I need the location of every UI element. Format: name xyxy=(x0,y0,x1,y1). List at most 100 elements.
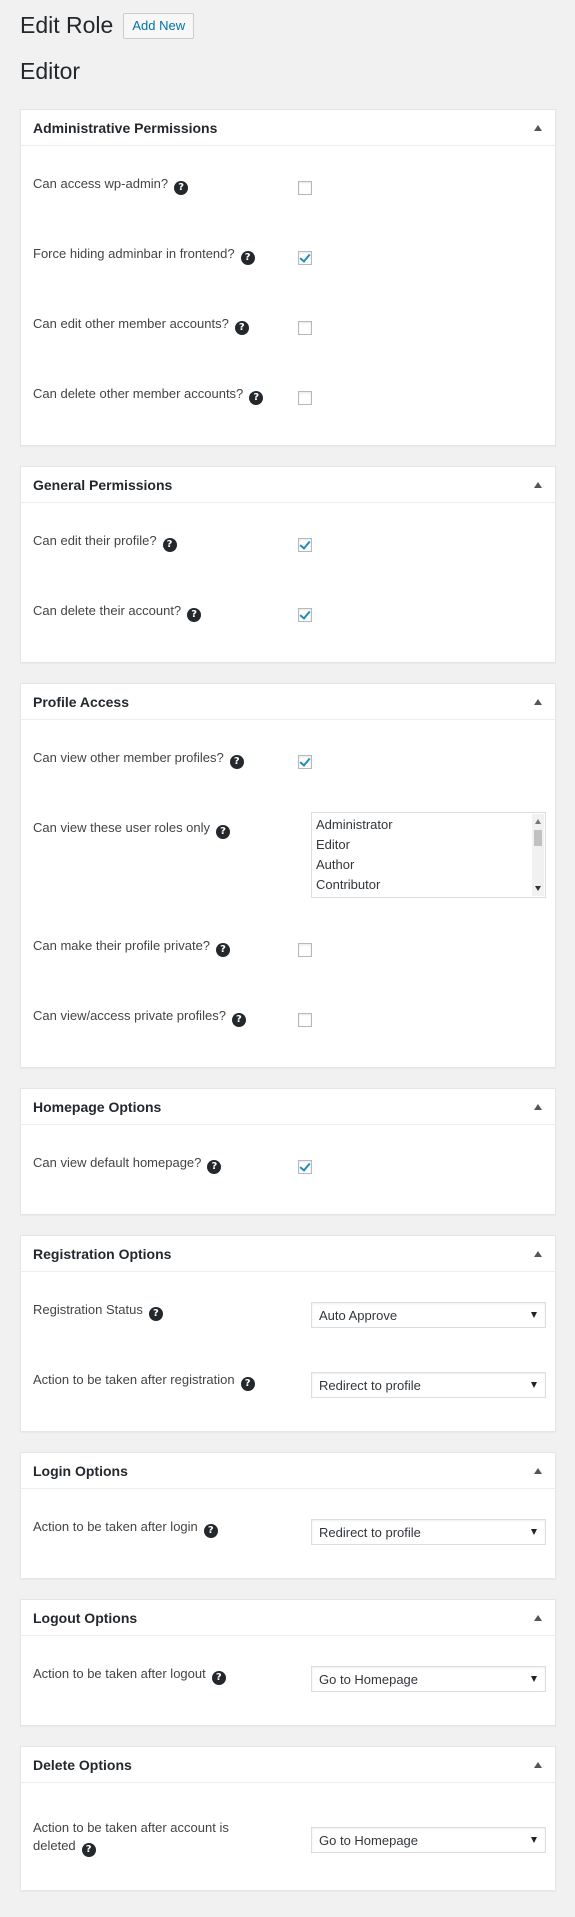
panel-header[interactable]: Delete Options xyxy=(21,1747,555,1783)
setting-row: Action to be taken after login? Redirect… xyxy=(33,1518,546,1545)
setting-row: Can make their profile private?? xyxy=(33,937,543,961)
administrative-permissions-panel: Administrative Permissions Can access wp… xyxy=(20,109,556,446)
help-icon[interactable]: ? xyxy=(187,608,202,622)
help-icon[interactable]: ? xyxy=(81,1843,96,1857)
setting-label: Action to be taken after login? xyxy=(33,1518,283,1538)
after-login-select[interactable]: Redirect to profile xyxy=(311,1519,546,1545)
help-icon[interactable]: ? xyxy=(249,391,264,405)
after-registration-select[interactable]: Redirect to profile xyxy=(311,1372,546,1398)
after-logout-select[interactable]: Go to Homepage xyxy=(311,1666,546,1692)
scroll-down-arrow-icon[interactable] xyxy=(535,886,541,891)
setting-label: Can view these user roles only? xyxy=(33,819,283,839)
help-icon[interactable]: ? xyxy=(234,321,249,335)
logout-options-panel: Logout Options Action to be taken after … xyxy=(20,1599,556,1726)
panel-title: Profile Access xyxy=(33,694,129,710)
delete-options-panel: Delete Options Action to be taken after … xyxy=(20,1746,556,1891)
panel-header[interactable]: General Permissions xyxy=(21,467,555,503)
collapse-icon[interactable] xyxy=(534,125,542,131)
collapse-icon[interactable] xyxy=(534,1251,542,1257)
login-options-panel: Login Options Action to be taken after l… xyxy=(20,1452,556,1579)
chevron-down-icon xyxy=(531,1676,537,1682)
edit-member-accounts-checkbox[interactable] xyxy=(298,321,312,335)
setting-label: Can edit their profile?? xyxy=(33,532,283,552)
user-roles-multiselect[interactable]: Administrator Editor Author Contributor xyxy=(311,812,546,898)
view-member-profiles-checkbox[interactable] xyxy=(298,755,312,769)
collapse-icon[interactable] xyxy=(534,1762,542,1768)
setting-label: Can view default homepage?? xyxy=(33,1154,283,1174)
help-icon[interactable]: ? xyxy=(216,825,231,839)
collapse-icon[interactable] xyxy=(534,482,542,488)
help-icon[interactable]: ? xyxy=(162,538,177,552)
panel-title: Login Options xyxy=(33,1463,128,1479)
profile-access-panel: Profile Access Can view other member pro… xyxy=(20,683,556,1068)
panel-header[interactable]: Registration Options xyxy=(21,1236,555,1272)
select-value: Redirect to profile xyxy=(319,1378,421,1393)
select-value: Go to Homepage xyxy=(319,1672,419,1687)
setting-row: Registration Status? Auto Approve xyxy=(33,1301,546,1328)
chevron-down-icon xyxy=(531,1312,537,1318)
setting-label: Can delete other member accounts?? xyxy=(33,385,283,405)
help-icon[interactable]: ? xyxy=(231,1013,246,1027)
panel-title: Delete Options xyxy=(33,1757,132,1773)
add-new-button[interactable]: Add New xyxy=(123,12,195,39)
panel-header[interactable]: Login Options xyxy=(21,1453,555,1489)
general-permissions-panel: General Permissions Can edit their profi… xyxy=(20,466,556,663)
setting-label: Action to be taken after logout? xyxy=(33,1665,283,1685)
default-homepage-checkbox[interactable] xyxy=(298,1160,312,1174)
help-icon[interactable]: ? xyxy=(240,1377,255,1391)
select-value: Go to Homepage xyxy=(319,1833,419,1848)
role-option[interactable]: Contributor xyxy=(316,877,380,892)
panel-header[interactable]: Profile Access xyxy=(21,684,555,720)
setting-label: Can access wp-admin?? xyxy=(33,175,283,195)
setting-row: Can edit their profile?? xyxy=(33,532,543,556)
help-icon[interactable]: ? xyxy=(211,1671,226,1685)
role-name-heading: Editor xyxy=(20,58,81,84)
setting-row: Force hiding adminbar in frontend?? xyxy=(33,245,543,269)
profile-private-checkbox[interactable] xyxy=(298,943,312,957)
scrollbar[interactable] xyxy=(532,814,544,896)
help-icon[interactable]: ? xyxy=(148,1307,163,1321)
help-icon[interactable]: ? xyxy=(203,1524,218,1538)
setting-label: Registration Status? xyxy=(33,1301,283,1321)
setting-label: Force hiding adminbar in frontend?? xyxy=(33,245,283,265)
setting-label: Action to be taken after account is dele… xyxy=(33,1820,229,1857)
help-icon[interactable]: ? xyxy=(207,1160,222,1174)
setting-label: Can delete their account?? xyxy=(33,602,283,622)
setting-row: Can view these user roles only? Administ… xyxy=(33,812,546,898)
scroll-thumb[interactable] xyxy=(534,830,542,846)
chevron-down-icon xyxy=(531,1837,537,1843)
setting-row: Can delete their account?? xyxy=(33,602,543,626)
collapse-icon[interactable] xyxy=(534,1615,542,1621)
after-delete-select[interactable]: Go to Homepage xyxy=(311,1827,546,1853)
help-icon[interactable]: ? xyxy=(229,755,244,769)
setting-label: Action to be taken after registration? xyxy=(33,1371,283,1391)
setting-row: Action to be taken after registration? R… xyxy=(33,1371,546,1398)
role-option[interactable]: Administrator xyxy=(316,817,393,832)
chevron-down-icon xyxy=(531,1382,537,1388)
homepage-options-panel: Homepage Options Can view default homepa… xyxy=(20,1088,556,1215)
collapse-icon[interactable] xyxy=(534,1468,542,1474)
collapse-icon[interactable] xyxy=(534,699,542,705)
panel-header[interactable]: Administrative Permissions xyxy=(21,110,555,146)
setting-row: Can edit other member accounts?? xyxy=(33,315,543,339)
help-icon[interactable]: ? xyxy=(240,251,255,265)
hide-adminbar-checkbox[interactable] xyxy=(298,251,312,265)
registration-status-select[interactable]: Auto Approve xyxy=(311,1302,546,1328)
view-private-profiles-checkbox[interactable] xyxy=(298,1013,312,1027)
help-icon[interactable]: ? xyxy=(174,181,189,195)
setting-row: Can view other member profiles?? xyxy=(33,749,543,773)
registration-options-panel: Registration Options Registration Status… xyxy=(20,1235,556,1432)
collapse-icon[interactable] xyxy=(534,1104,542,1110)
role-option[interactable]: Editor xyxy=(316,837,350,852)
help-icon[interactable]: ? xyxy=(216,943,231,957)
delete-member-accounts-checkbox[interactable] xyxy=(298,391,312,405)
role-option[interactable]: Author xyxy=(316,857,354,872)
edit-profile-checkbox[interactable] xyxy=(298,538,312,552)
setting-row: Can view/access private profiles?? xyxy=(33,1007,543,1031)
delete-account-checkbox[interactable] xyxy=(298,608,312,622)
panel-header[interactable]: Homepage Options xyxy=(21,1089,555,1125)
scroll-up-arrow-icon[interactable] xyxy=(535,819,541,824)
access-wp-admin-checkbox[interactable] xyxy=(298,181,312,195)
panel-header[interactable]: Logout Options xyxy=(21,1600,555,1636)
panel-title: General Permissions xyxy=(33,477,173,493)
